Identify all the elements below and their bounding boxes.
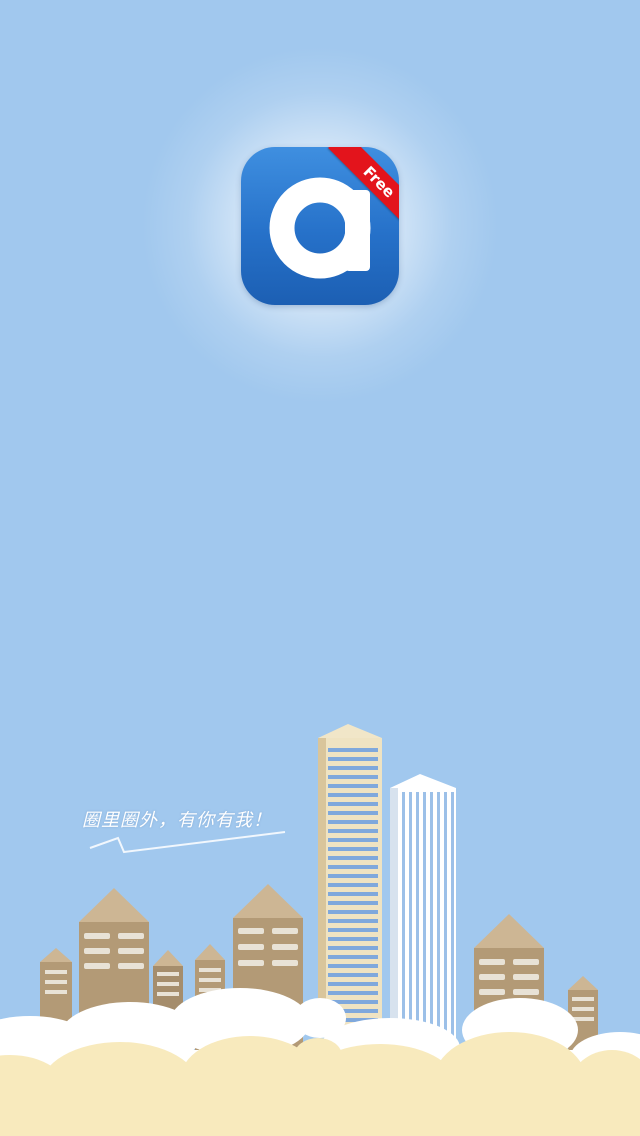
city-skyline-illustration [0,724,640,1136]
building-glass-tower [390,774,456,1045]
app-logo-icon: Free [241,147,399,305]
building-tall-tower [318,724,382,1030]
clouds-yellow [0,1032,640,1136]
